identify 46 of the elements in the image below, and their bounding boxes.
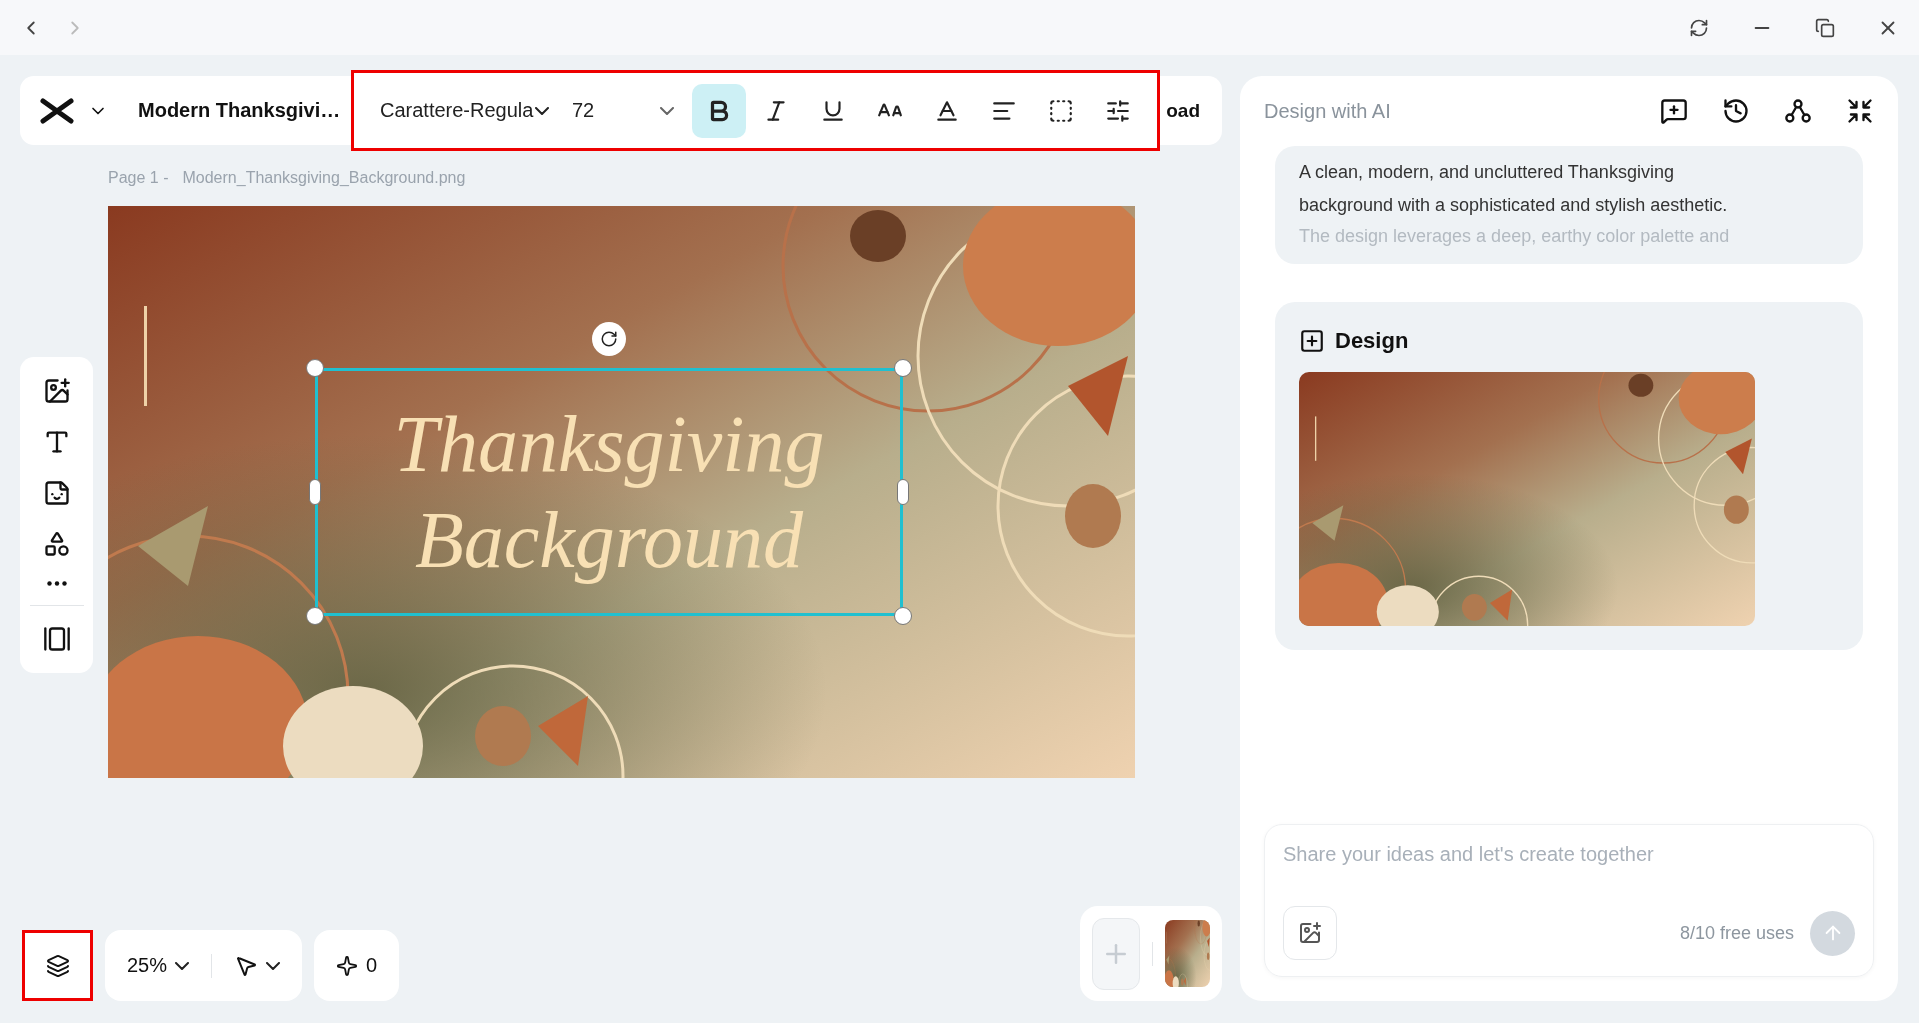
sparkle-icon xyxy=(336,954,359,977)
download-button[interactable]: oad xyxy=(1166,76,1222,145)
description-text: A clean, modern, and uncluttered Thanksgiving background with a sophisticated and stylish aesthetic. xyxy=(1299,161,1729,217)
image-add-icon xyxy=(1298,921,1322,945)
font-size-dropdown[interactable]: 72 xyxy=(564,99,674,122)
document-title[interactable]: Modern Thanksgivi… xyxy=(138,99,341,122)
adjust-icon xyxy=(1105,97,1131,124)
bold-button[interactable] xyxy=(692,83,746,138)
description-text: The design leverages a deep, earthy color palette and xyxy=(1299,225,1731,248)
history-button[interactable] xyxy=(1722,97,1750,125)
zoom-dropdown[interactable]: 25% xyxy=(105,954,212,977)
chevron-down-icon xyxy=(266,961,281,970)
chevron-down-icon xyxy=(535,106,550,115)
restore-icon[interactable] xyxy=(1815,17,1835,38)
sticker-icon xyxy=(42,479,71,507)
title-line: Background xyxy=(414,495,803,586)
collapse-icon xyxy=(1846,97,1874,125)
new-chat-button[interactable] xyxy=(1660,97,1688,125)
slides-icon xyxy=(42,625,71,653)
more-icon xyxy=(46,581,67,586)
file-name: Modern_Thanksgiving_Background.png xyxy=(182,169,466,188)
design-title: Design xyxy=(1335,328,1409,354)
new-chat-icon xyxy=(1660,97,1688,125)
design-icon xyxy=(1299,328,1325,354)
panel-title: Design with AI xyxy=(1264,99,1391,123)
chevron-down-icon xyxy=(660,106,674,115)
layers-button[interactable] xyxy=(22,930,93,1001)
resize-handle[interactable] xyxy=(897,479,909,505)
page-number: Page 1 - xyxy=(108,169,169,188)
resize-handle[interactable] xyxy=(309,479,321,505)
history-icon xyxy=(1722,97,1750,125)
rotate-icon xyxy=(600,330,618,348)
logo-icon[interactable] xyxy=(40,96,74,125)
chevron-down-icon xyxy=(175,961,190,970)
share-button[interactable] xyxy=(1784,97,1812,125)
collapse-button[interactable] xyxy=(1846,97,1874,125)
layers-icon xyxy=(45,953,70,978)
reload-icon[interactable] xyxy=(1689,17,1709,38)
frame-icon xyxy=(1048,97,1074,124)
font-dropdown[interactable]: Carattere-Regula xyxy=(380,99,564,122)
title-line: Thanksgiving xyxy=(393,399,825,490)
share-icon xyxy=(1784,97,1812,125)
image-add-icon xyxy=(42,377,71,405)
shapes-icon xyxy=(42,530,71,558)
usage-count: 8/10 free uses xyxy=(1679,922,1794,944)
add-image-button[interactable] xyxy=(1283,906,1337,960)
